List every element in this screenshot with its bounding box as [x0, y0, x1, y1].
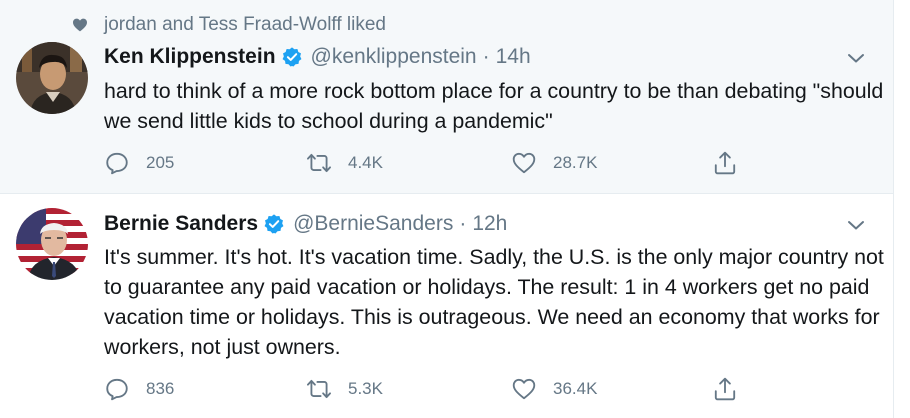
tweet-actions: 836 5.3K 36.4K [104, 374, 764, 404]
heart-icon [512, 378, 536, 400]
reply-count: 836 [146, 379, 175, 398]
scrollbar[interactable] [893, 0, 910, 418]
author-handle[interactable]: @kenklippenstein [311, 45, 477, 69]
social-context: jordan and Tess Fraad-Wolff liked [72, 14, 386, 36]
separator-dot: · [482, 45, 490, 68]
author-name[interactable]: Ken Klippenstein [104, 45, 276, 69]
tweet-timestamp[interactable]: 12h [472, 212, 507, 236]
reply-count: 205 [146, 153, 175, 172]
social-context-text[interactable]: jordan and Tess Fraad-Wolff liked [104, 14, 386, 36]
verified-badge-icon [282, 47, 301, 67]
share-icon [714, 377, 736, 401]
tweet-header: Ken Klippenstein @kenklippenstein · 14h [104, 45, 531, 69]
share-button[interactable] [712, 374, 738, 404]
reply-icon [106, 378, 128, 401]
retweet-icon [307, 379, 331, 399]
retweet-button[interactable]: 5.3K [306, 374, 383, 404]
avatar[interactable] [16, 42, 88, 114]
verified-badge-icon [264, 214, 284, 234]
chevron-down-icon[interactable] [844, 213, 868, 237]
share-icon [714, 151, 736, 175]
heart-icon [512, 152, 536, 174]
retweet-icon [307, 153, 331, 173]
like-count: 28.7K [553, 153, 598, 172]
tweet-header: Bernie Sanders @BernieSanders · 12h [104, 212, 507, 236]
like-button[interactable]: 36.4K [511, 374, 597, 404]
reply-button[interactable]: 205 [104, 148, 174, 178]
heart-icon [73, 18, 87, 32]
chevron-down-icon[interactable] [844, 46, 868, 70]
like-button[interactable]: 28.7K [511, 148, 597, 178]
avatar[interactable] [16, 208, 88, 280]
like-count: 36.4K [553, 379, 598, 398]
separator-dot: · [459, 212, 467, 235]
tweet-ken-klippenstein[interactable]: jordan and Tess Fraad-Wolff liked Ken Kl… [0, 0, 893, 193]
tweet-actions: 205 4.4K 28.7K [104, 148, 764, 178]
tweet-timestamp[interactable]: 14h [496, 45, 531, 69]
author-name[interactable]: Bernie Sanders [104, 212, 258, 236]
reply-button[interactable]: 836 [104, 374, 174, 404]
author-handle[interactable]: @BernieSanders [293, 212, 453, 236]
retweet-count: 4.4K [348, 153, 383, 172]
share-button[interactable] [712, 148, 738, 178]
tweet-text: hard to think of a more rock bottom plac… [104, 79, 884, 133]
retweet-count: 5.3K [348, 379, 383, 398]
reply-icon [106, 152, 128, 175]
retweet-button[interactable]: 4.4K [306, 148, 383, 178]
tweet-text: It's summer. It's hot. It's vacation tim… [104, 245, 884, 359]
